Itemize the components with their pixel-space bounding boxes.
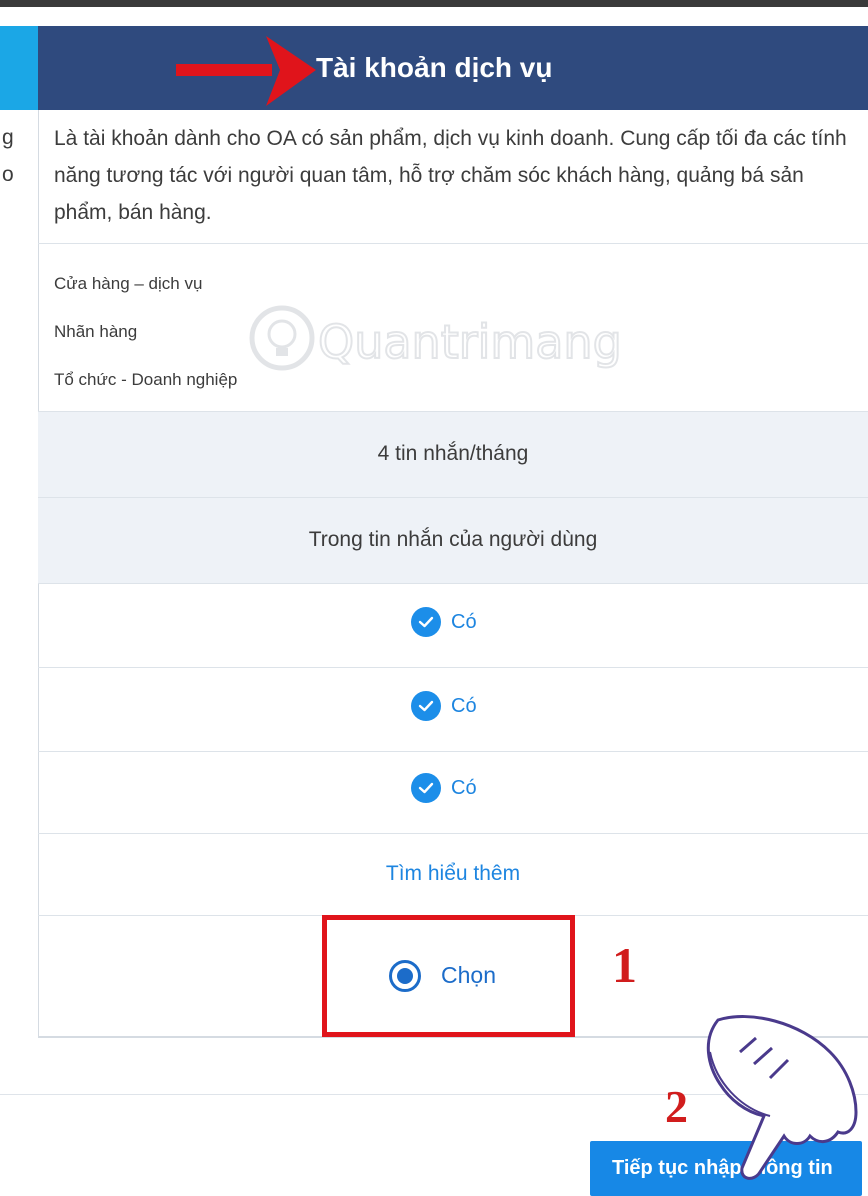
- learn-more-link[interactable]: Tìm hiểu thêm: [38, 862, 868, 886]
- check-circle-icon: [411, 691, 441, 721]
- select-radio-label[interactable]: Chọn: [441, 962, 496, 989]
- radio-dot: [397, 968, 413, 984]
- feature-yes-label: Có: [451, 610, 477, 633]
- account-description: Là tài khoản dành cho OA có sản phẩm, dị…: [54, 127, 847, 224]
- column-header-title: Tài khoản dịch vụ: [316, 52, 553, 83]
- select-radio[interactable]: [389, 960, 421, 992]
- pointing-hand-icon: [706, 1015, 858, 1180]
- category-item: Tổ chức - Doanh nghiệp: [54, 370, 238, 389]
- svg-text:Quantrimang: Quantrimang: [318, 315, 622, 369]
- category-item: Nhãn hàng: [54, 322, 138, 341]
- adjacent-column-text: o: [2, 163, 14, 186]
- quantrimang-watermark: Quantrimang: [249, 305, 623, 371]
- category-item: Cửa hàng – dịch vụ: [54, 274, 203, 293]
- check-circle-icon: [411, 773, 441, 803]
- step-1-annotation: 1: [612, 937, 637, 993]
- adjacent-column-text: g: [2, 126, 14, 149]
- top-border: [0, 0, 868, 7]
- feature-yes: Có: [411, 772, 477, 804]
- step-2-annotation: 2: [665, 1081, 688, 1132]
- message-location: Trong tin nhắn của người dùng: [308, 528, 598, 551]
- adjacent-column-header-edge: [0, 26, 38, 110]
- feature-yes-label: Có: [451, 694, 477, 717]
- message-quota: 4 tin nhắn/tháng: [377, 442, 529, 465]
- check-circle-icon: [411, 607, 441, 637]
- feature-yes: Có: [411, 606, 477, 638]
- feature-yes: Có: [411, 690, 477, 722]
- red-arrow-annotation: [176, 36, 316, 106]
- feature-yes-label: Có: [451, 776, 477, 799]
